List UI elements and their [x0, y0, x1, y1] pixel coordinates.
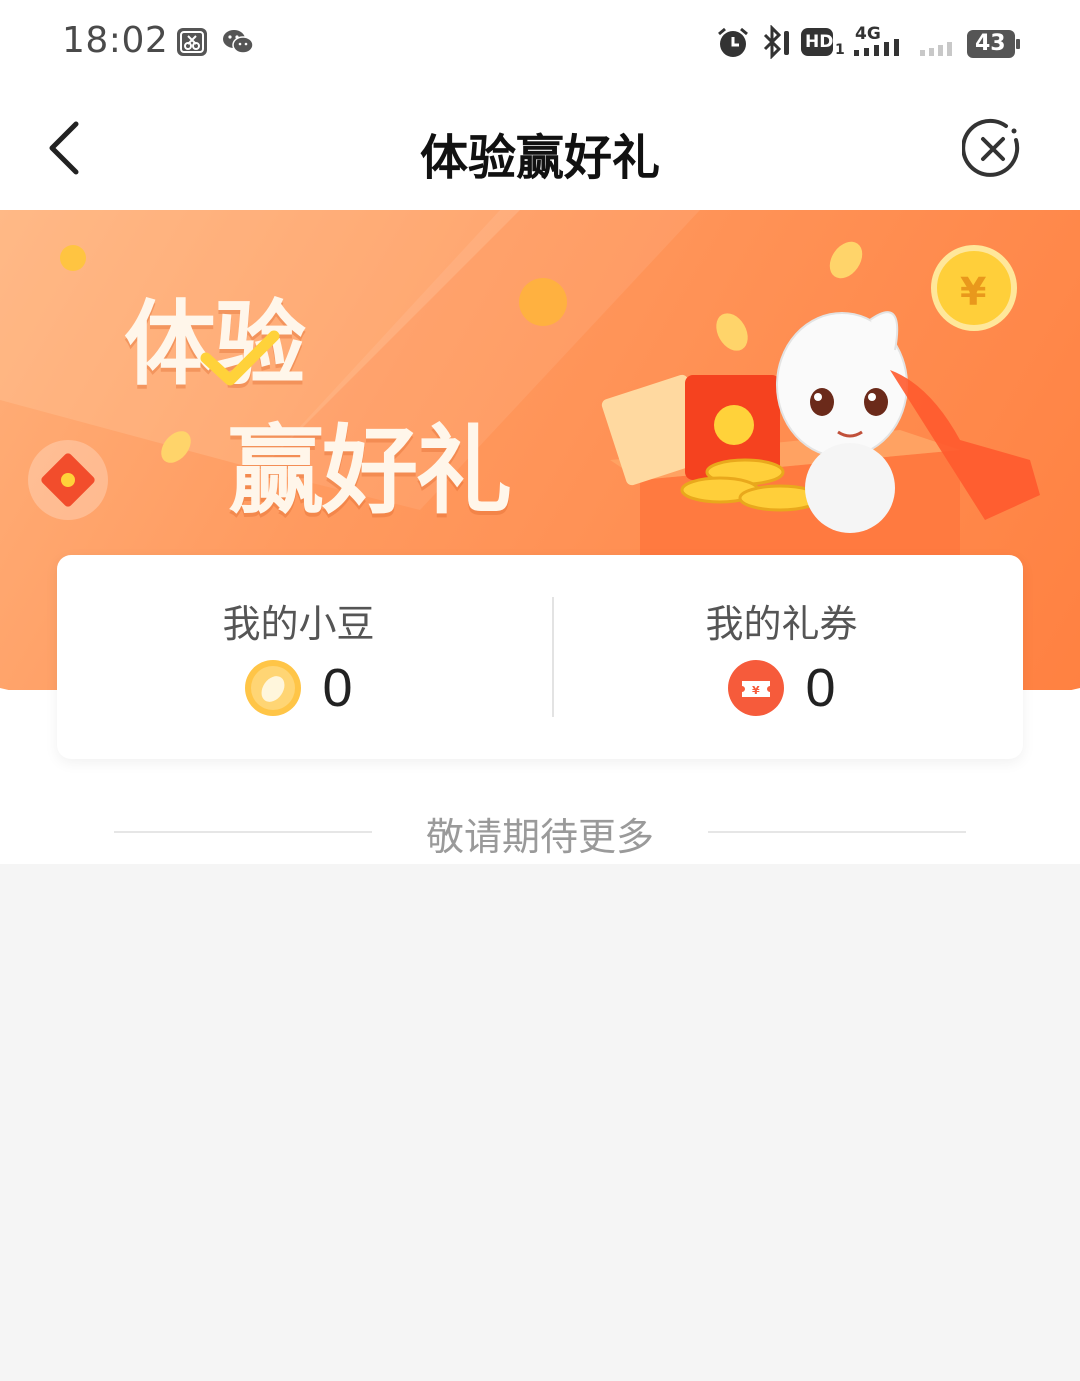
bean-coin-icon [245, 660, 302, 716]
divider-line-right [708, 831, 966, 833]
nav-bar: 体验赢好礼 [0, 88, 1080, 210]
stats-divider [552, 597, 554, 717]
status-time: 18:02 [62, 20, 169, 61]
banner-headline-line2: 赢好礼 [228, 415, 512, 527]
my-beans-section[interactable]: 我的小豆 0 [57, 555, 540, 759]
empty-content-area [0, 864, 1080, 1381]
alarm-icon [718, 27, 748, 57]
battery-level: 43 [975, 31, 1006, 56]
wechat-icon [223, 30, 254, 54]
more-coming-text: 敬请期待更多 [425, 815, 654, 859]
sim-index: 1 [835, 42, 845, 58]
my-coupons-value: 0 [805, 658, 836, 718]
my-beans-label: 我的小豆 [222, 602, 375, 646]
screenshot-app-icon [177, 28, 207, 56]
signal-icon [854, 39, 899, 56]
stats-card: 我的小豆 0 我的礼券 ¥ 0 [57, 555, 1023, 759]
my-beans-value: 0 [322, 658, 353, 718]
page-title: 体验赢好礼 [419, 130, 660, 186]
my-coupons-label: 我的礼券 [705, 602, 858, 646]
coupon-icon: ¥ [728, 660, 785, 716]
bluetooth-icon [763, 25, 789, 59]
svg-text:¥: ¥ [960, 270, 986, 314]
close-circle-icon[interactable] [962, 118, 1024, 180]
status-bar: 18:02 HD 1 4G 43 [0, 0, 1080, 88]
my-coupons-section[interactable]: 我的礼券 ¥ 0 [540, 555, 1023, 759]
signal-2-icon [920, 42, 952, 56]
svg-text:¥: ¥ [752, 684, 760, 697]
checkmark-icon [200, 330, 280, 386]
hd-label: HD [805, 32, 834, 52]
